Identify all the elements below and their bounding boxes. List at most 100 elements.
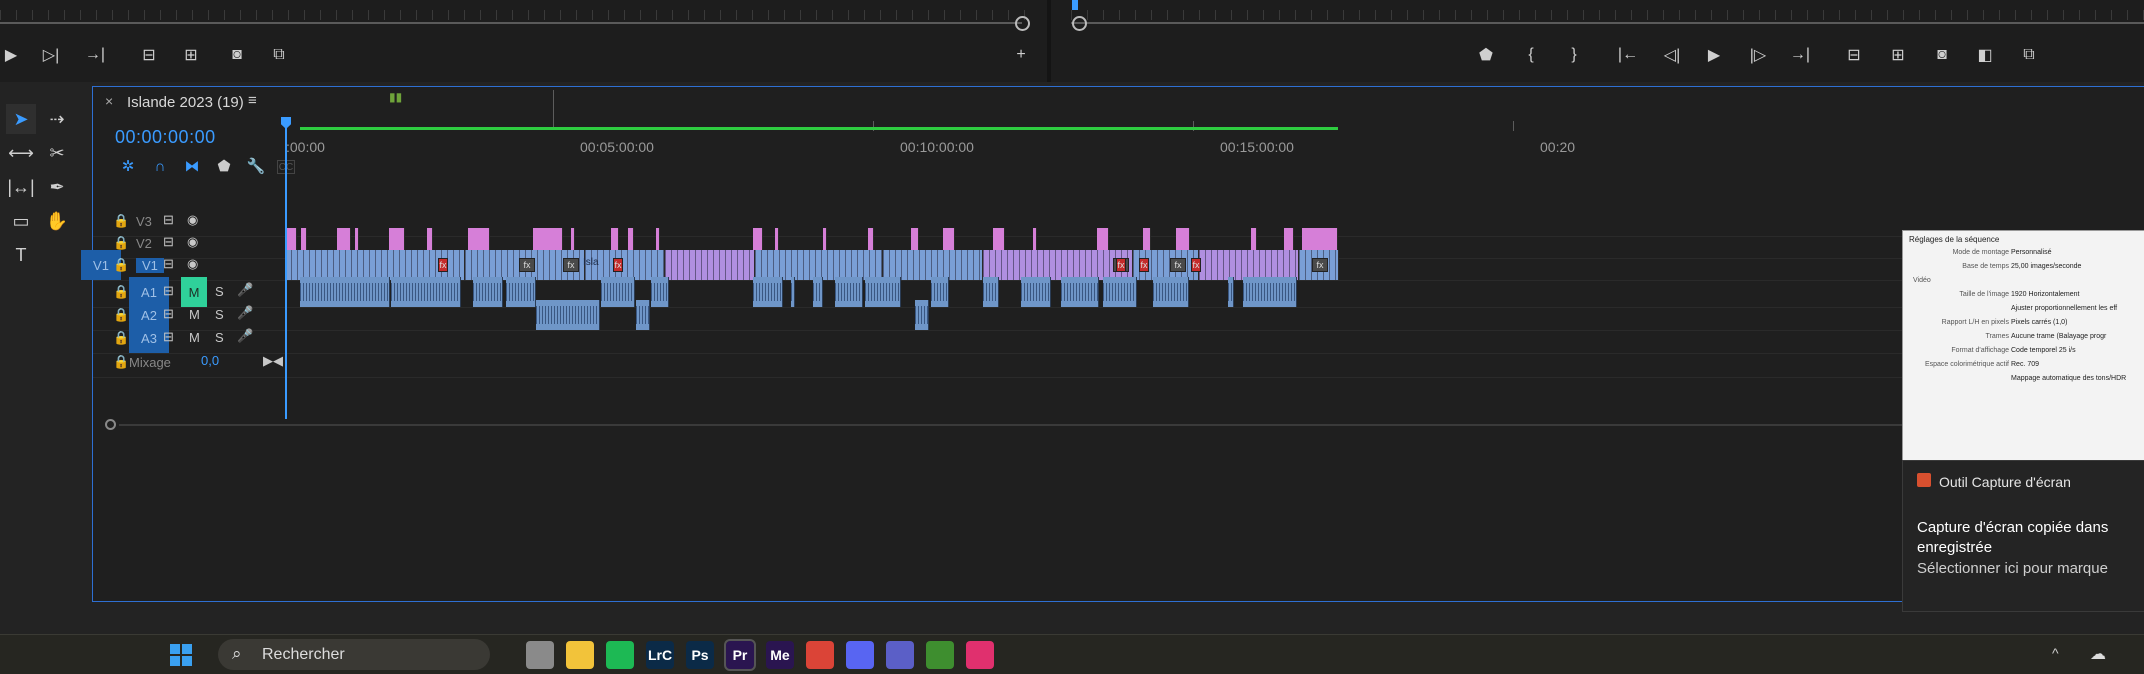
clip-a2[interactable] xyxy=(915,300,929,330)
clip-v1[interactable] xyxy=(665,250,755,280)
fx-badge-icon: fx xyxy=(438,258,448,272)
forza-icon[interactable] xyxy=(966,641,994,669)
track-select-tool-icon[interactable]: ⇢ xyxy=(42,104,72,134)
waveform xyxy=(536,306,599,324)
onedrive-icon[interactable]: ☁ xyxy=(2090,644,2106,664)
slip-tool-icon[interactable]: |↔| xyxy=(6,172,36,202)
program-button-editor-icon[interactable]: ⧉ xyxy=(2018,44,2040,66)
dialog-row-value[interactable]: Code temporel 25 i/s xyxy=(2011,347,2076,354)
go-to-in-icon[interactable]: |← xyxy=(1617,44,1639,66)
clip-a1[interactable] xyxy=(931,277,949,307)
premiere-pro-icon[interactable]: Pr xyxy=(724,639,756,671)
program-go-to-out-icon[interactable]: →| xyxy=(1789,44,1811,66)
ripple-edit-tool-icon[interactable]: ⟷ xyxy=(6,138,36,168)
media-encoder-icon[interactable]: Me xyxy=(766,641,794,669)
clip-a1[interactable] xyxy=(791,277,795,307)
snipping-tool-notification[interactable]: Outil Capture d'écran Capture d'écran co… xyxy=(1902,460,2144,612)
clip-v1[interactable] xyxy=(883,250,983,280)
program-step-forward-icon[interactable]: |▷ xyxy=(1747,44,1769,66)
files-icon[interactable] xyxy=(526,641,554,669)
clip-a1[interactable] xyxy=(651,277,669,307)
source-monitor-controls: ▶ ▷| →| ⊟ ⊞ ◙ ⧉ + xyxy=(0,0,1047,82)
clip-a1[interactable] xyxy=(1228,277,1234,307)
clip-a1[interactable] xyxy=(506,277,536,307)
clip-a1[interactable] xyxy=(865,277,901,307)
chrome-icon[interactable] xyxy=(806,641,834,669)
clip-v1[interactable] xyxy=(983,250,1133,280)
clip-a1[interactable] xyxy=(601,277,635,307)
file-explorer-icon[interactable] xyxy=(566,641,594,669)
clip-a1[interactable] xyxy=(473,277,503,307)
spotify-icon[interactable] xyxy=(606,641,634,669)
clip-v1[interactable] xyxy=(755,250,883,280)
add-marker-icon[interactable]: ⬟ xyxy=(1475,44,1497,66)
hand-tool-icon[interactable]: ✋ xyxy=(42,206,72,236)
fx-badge-icon: fx xyxy=(1312,258,1328,272)
horizontal-scrollbar[interactable] xyxy=(119,424,2144,426)
program-monitor-in-handle[interactable] xyxy=(1072,16,1087,31)
program-monitor-scrubber[interactable] xyxy=(1071,22,2144,24)
program-playhead-marker[interactable] xyxy=(1072,0,1078,10)
fx-badge-icon: fx xyxy=(519,258,535,272)
dialog-row-value[interactable]: Aucune trame (Balayage progr xyxy=(2011,333,2106,340)
button-editor-icon[interactable]: ⧉ xyxy=(268,44,290,66)
clip-a1[interactable] xyxy=(753,277,783,307)
discord-icon[interactable] xyxy=(846,641,874,669)
program-play-icon[interactable]: ▶ xyxy=(1703,44,1725,66)
dialog-row-value[interactable]: Rec. 709 xyxy=(2011,361,2039,368)
waveform xyxy=(1243,283,1296,301)
clip-v1[interactable] xyxy=(1199,250,1299,280)
source-monitor-scrubber[interactable] xyxy=(0,22,1022,24)
clip-a1[interactable] xyxy=(300,277,390,307)
dialog-row-value[interactable]: Personnalisé xyxy=(2011,249,2051,256)
clip-a1[interactable] xyxy=(1021,277,1051,307)
go-to-out-icon[interactable]: →| xyxy=(84,44,106,66)
clip-a1[interactable] xyxy=(1243,277,1297,307)
dialog-row-value[interactable]: Ajuster proportionnellement les eff xyxy=(2011,305,2117,312)
clip-a1[interactable] xyxy=(1061,277,1099,307)
taskbar-search[interactable]: ⌕ Rechercher xyxy=(218,639,490,670)
export-frame-icon[interactable]: ◙ xyxy=(226,44,248,66)
photoshop-icon[interactable]: Ps xyxy=(686,641,714,669)
clip-a1[interactable] xyxy=(1153,277,1189,307)
playhead-line[interactable] xyxy=(285,127,287,419)
rectangle-tool-icon[interactable]: ▭ xyxy=(6,206,36,236)
system-tray-chevron-icon[interactable]: ^ xyxy=(2052,645,2059,661)
step-forward-icon[interactable]: ▷| xyxy=(40,44,62,66)
selection-tool-icon[interactable]: ➤ xyxy=(6,104,36,134)
dialog-row-value[interactable]: Mappage automatique des tons/HDR xyxy=(2011,375,2126,382)
waveform xyxy=(791,283,794,301)
lift-icon[interactable]: ⊟ xyxy=(1843,44,1865,66)
minecraft-icon[interactable] xyxy=(926,641,954,669)
razor-tool-icon[interactable]: ✂ xyxy=(42,138,72,168)
type-tool-icon[interactable]: T xyxy=(6,240,36,270)
dialog-row-value[interactable]: 1920 Horizontalement xyxy=(2011,291,2080,298)
dialog-row-value[interactable]: 25,00 images/seconde xyxy=(2011,263,2081,270)
clip-a1[interactable] xyxy=(835,277,863,307)
mark-out-icon[interactable]: } xyxy=(1563,44,1585,66)
zoom-scroll-handle[interactable] xyxy=(105,419,116,430)
source-monitor-out-handle[interactable] xyxy=(1015,16,1030,31)
teams-icon[interactable] xyxy=(886,641,914,669)
step-back-icon[interactable]: ◁| xyxy=(1661,44,1683,66)
clip-a2[interactable] xyxy=(536,300,600,330)
add-button-icon[interactable]: + xyxy=(1010,44,1032,66)
dialog-row-value[interactable]: Pixels carrés (1,0) xyxy=(2011,319,2067,326)
clip-a1[interactable] xyxy=(983,277,999,307)
overwrite-icon[interactable]: ⊞ xyxy=(180,44,202,66)
waveform xyxy=(915,306,928,324)
extract-icon[interactable]: ⊞ xyxy=(1887,44,1909,66)
clip-a2[interactable] xyxy=(636,300,650,330)
clip-a1[interactable] xyxy=(1103,277,1137,307)
mark-in-icon[interactable]: { xyxy=(1520,44,1542,66)
windows-start-icon[interactable] xyxy=(170,644,192,666)
waveform xyxy=(636,306,649,324)
insert-icon[interactable]: ⊟ xyxy=(138,44,160,66)
program-export-frame-icon[interactable]: ◙ xyxy=(1931,44,1953,66)
clip-a1[interactable] xyxy=(391,277,461,307)
play-icon[interactable]: ▶ xyxy=(0,44,22,66)
lightroom-classic-icon[interactable]: LrC xyxy=(646,641,674,669)
pen-tool-icon[interactable]: ✒ xyxy=(42,172,72,202)
clip-a1[interactable] xyxy=(813,277,823,307)
comparison-view-icon[interactable]: ◧ xyxy=(1974,44,1996,66)
